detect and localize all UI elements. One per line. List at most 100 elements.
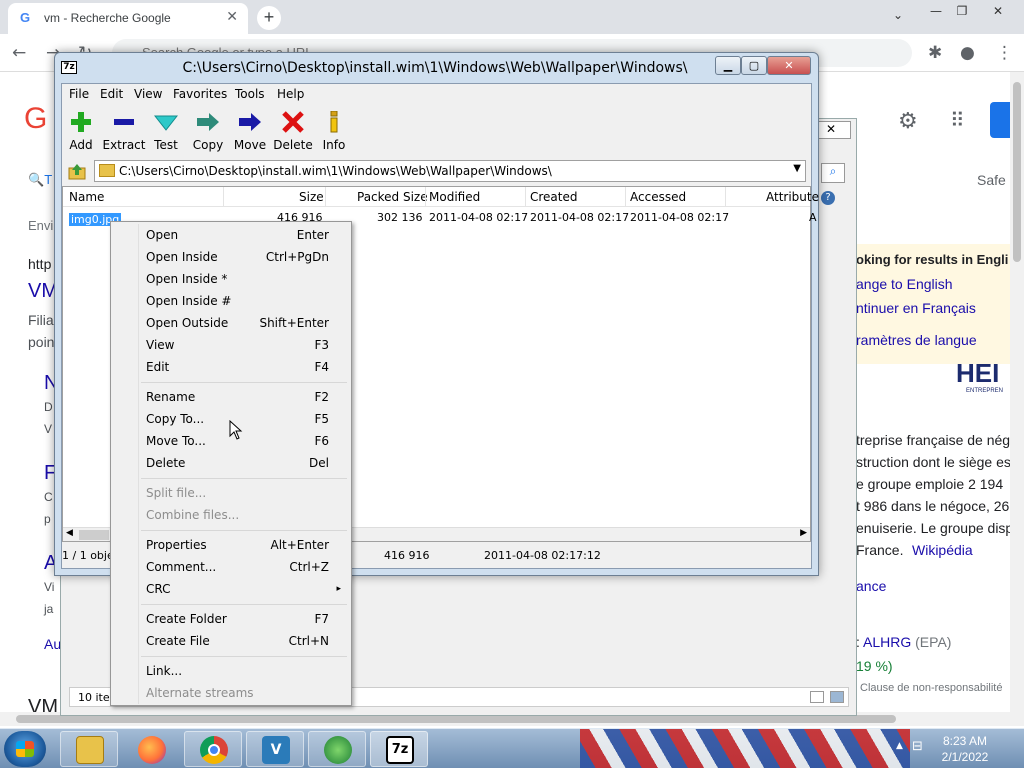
language-panel-title: oking for results in Engli: [856, 252, 1009, 267]
path-input[interactable]: C:\Users\Cirno\Desktop\install.wim\1\Win…: [94, 160, 806, 182]
close-tab-icon[interactable]: ✕: [226, 9, 238, 25]
menu-view[interactable]: View: [134, 87, 162, 101]
back-icon[interactable]: ←: [12, 43, 26, 63]
menu-item-open-inside[interactable]: Open Inside Ctrl+PgDn: [113, 246, 349, 268]
delete-x-icon: [282, 111, 304, 133]
menu-item-crc[interactable]: CRC ▸: [113, 578, 349, 600]
menu-item-delete[interactable]: Delete Del: [113, 452, 349, 474]
knowledge-text: treprise française de négo: [856, 432, 1018, 448]
search-icon[interactable]: ⌕: [821, 163, 845, 183]
chrome-menu-icon[interactable]: ⋮: [996, 43, 1013, 63]
scroll-right-icon[interactable]: ▶: [800, 528, 807, 538]
start-button[interactable]: [4, 731, 46, 767]
search-tab-all[interactable]: 🔍T: [28, 172, 52, 188]
result-link[interactable]: Au: [44, 636, 61, 652]
profile-icon[interactable]: ●: [960, 43, 975, 63]
up-folder-icon[interactable]: [68, 162, 86, 180]
knowledge-link[interactable]: ance: [856, 578, 886, 594]
taskbar-firefox[interactable]: [122, 731, 180, 767]
menu-item-properties[interactable]: Properties Alt+Enter: [113, 534, 349, 556]
menu-file[interactable]: File: [69, 87, 89, 101]
change-to-english-link[interactable]: ange to English: [856, 276, 953, 292]
company-logo-sub: ENTREPREN: [966, 388, 1004, 394]
chrome-tab[interactable]: G vm - Recherche Google ✕: [8, 3, 248, 34]
new-tab-button[interactable]: +: [257, 6, 281, 30]
close-button[interactable]: ✕: [767, 56, 811, 75]
menu-edit[interactable]: Edit: [100, 87, 123, 101]
menu-favorites[interactable]: Favorites: [173, 87, 227, 101]
stock-ticker-link[interactable]: ALHRG: [863, 634, 911, 650]
taskbar-file-explorer[interactable]: [60, 731, 118, 767]
page-vertical-scrollbar[interactable]: [1010, 72, 1024, 712]
menu-item-link[interactable]: Link...: [113, 660, 349, 682]
menu-label: Split file...: [146, 486, 207, 500]
menu-item-rename[interactable]: Rename F2: [113, 386, 349, 408]
show-hidden-icons-icon[interactable]: ▲: [896, 741, 903, 751]
column-packed-size[interactable]: Packed Size: [357, 190, 428, 204]
menu-item-create-file[interactable]: Create File Ctrl+N: [113, 630, 349, 652]
menu-item-open-inside-hash[interactable]: Open Inside #: [113, 290, 349, 312]
taskbar-network-app[interactable]: [308, 731, 366, 767]
menu-help[interactable]: Help: [277, 87, 304, 101]
help-icon[interactable]: ?: [821, 191, 835, 205]
column-divider[interactable]: [525, 187, 526, 207]
column-divider[interactable]: [625, 187, 626, 207]
column-name[interactable]: Name: [69, 190, 104, 204]
language-settings-link[interactable]: ramètres de langue: [856, 332, 977, 348]
network-status-icon[interactable]: ⊟: [912, 739, 923, 754]
menu-tools[interactable]: Tools: [235, 87, 265, 101]
maximize-button[interactable]: ▢: [741, 56, 767, 75]
menu-item-comment[interactable]: Comment... Ctrl+Z: [113, 556, 349, 578]
delete-button[interactable]: Delete: [271, 107, 315, 155]
taskbar-vmware[interactable]: V: [246, 731, 304, 767]
menu-item-open-inside-star[interactable]: Open Inside *: [113, 268, 349, 290]
add-button[interactable]: Add: [59, 107, 103, 155]
result-snippet: ja: [44, 602, 54, 616]
info-button[interactable]: Info: [312, 107, 356, 155]
wikipedia-link[interactable]: Wikipédia: [912, 542, 973, 558]
column-divider[interactable]: [223, 187, 224, 207]
minimize-button[interactable]: —: [922, 2, 950, 20]
tab-search-icon[interactable]: ⌄: [884, 6, 912, 24]
minimize-button[interactable]: ▁: [715, 56, 741, 75]
settings-icon[interactable]: ⚙: [898, 108, 918, 134]
column-accessed[interactable]: Accessed: [630, 190, 686, 204]
column-size[interactable]: Size: [299, 190, 324, 204]
column-divider[interactable]: [725, 187, 726, 207]
close-window-button[interactable]: ✕: [984, 2, 1012, 20]
7zip-title-bar[interactable]: 7z C:\Users\Cirno\Desktop\install.wim\1\…: [55, 53, 818, 83]
disclaimer-link[interactable]: Clause de non-responsabilité: [860, 682, 1002, 694]
taskbar: V 7z ▲ ⊟ 8:23 AM 2/1/2022: [0, 728, 1024, 768]
restore-button[interactable]: ❐: [948, 2, 976, 20]
column-divider[interactable]: [425, 187, 426, 207]
clock[interactable]: 8:23 AM 2/1/2022: [930, 733, 1000, 765]
move-button[interactable]: Move: [228, 107, 272, 155]
safesearch-label[interactable]: Safe: [977, 172, 1006, 188]
details-view-icon[interactable]: [810, 691, 824, 703]
continue-french-link[interactable]: ntinuer en Français: [856, 300, 976, 316]
scroll-left-icon[interactable]: ◀: [66, 528, 73, 538]
menu-item-create-folder[interactable]: Create Folder F7: [113, 608, 349, 630]
column-created[interactable]: Created: [530, 190, 578, 204]
chevron-down-icon[interactable]: ▼: [793, 163, 801, 174]
menu-item-open-outside[interactable]: Open Outside Shift+Enter: [113, 312, 349, 334]
column-divider[interactable]: [325, 187, 326, 207]
menu-item-edit[interactable]: Edit F4: [113, 356, 349, 378]
test-button[interactable]: Test: [144, 107, 188, 155]
thumbnail-view-icon[interactable]: [830, 691, 844, 703]
7zip-app-icon[interactable]: 7z: [61, 61, 77, 74]
column-attributes[interactable]: Attribute: [766, 190, 819, 204]
extract-button[interactable]: Extract: [102, 107, 146, 155]
chrome-tab-title: vm - Recherche Google: [44, 11, 171, 25]
column-modified[interactable]: Modified: [429, 190, 480, 204]
scrollbar-thumb[interactable]: [79, 530, 109, 540]
extensions-icon[interactable]: ✱: [928, 43, 942, 63]
apps-grid-icon[interactable]: ⠿: [950, 108, 965, 133]
taskbar-chrome[interactable]: [184, 731, 242, 767]
copy-button[interactable]: Copy: [186, 107, 230, 155]
menu-item-open[interactable]: Open Enter: [113, 224, 349, 246]
taskbar-7zip[interactable]: 7z: [370, 731, 428, 767]
window-title: C:\Users\Cirno\Desktop\install.wim\1\Win…: [182, 60, 688, 76]
menu-item-view[interactable]: View F3: [113, 334, 349, 356]
result-snippet: C: [44, 490, 53, 504]
